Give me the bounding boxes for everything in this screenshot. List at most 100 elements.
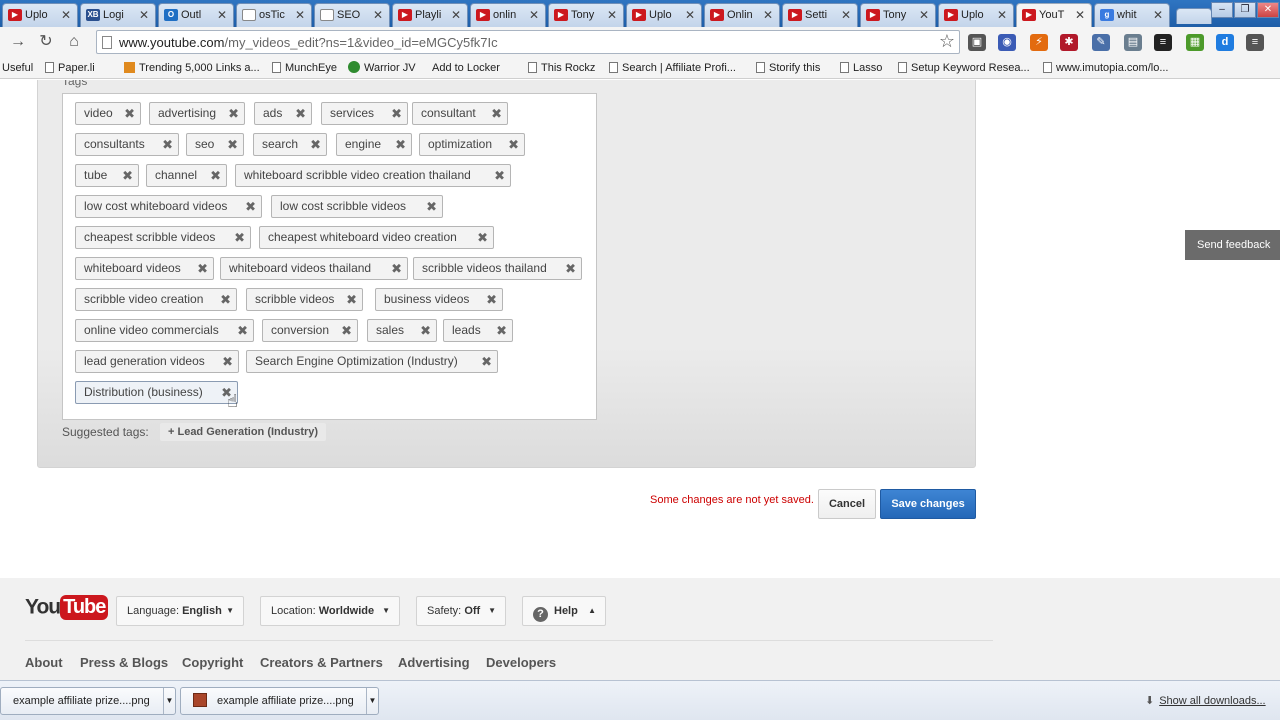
close-tab-icon[interactable]: ✕ — [372, 8, 384, 22]
remove-tag-icon[interactable]: ✖ — [508, 134, 519, 155]
close-tab-icon[interactable]: ✕ — [918, 8, 930, 22]
bookmark-item[interactable]: Trending 5,000 Links a... — [124, 60, 260, 76]
cancel-button[interactable]: Cancel — [818, 489, 876, 519]
maximize-button[interactable]: ❐ — [1234, 2, 1256, 18]
minimize-button[interactable]: – — [1211, 2, 1233, 18]
remove-tag-icon[interactable]: ✖ — [220, 289, 231, 310]
remove-tag-icon[interactable]: ✖ — [197, 258, 208, 279]
remove-tag-icon[interactable]: ✖ — [122, 165, 133, 186]
remove-tag-icon[interactable]: ✖ — [346, 289, 357, 310]
browser-tab[interactable]: ▶ Playli ✕ — [392, 3, 468, 27]
bookmark-star-icon[interactable]: ☆ — [939, 31, 955, 52]
remove-tag-icon[interactable]: ✖ — [496, 320, 507, 341]
chevron-down-icon[interactable]: ▼ — [163, 688, 175, 714]
remove-tag-icon[interactable]: ✖ — [234, 227, 245, 248]
browser-tab[interactable]: ▶ Tony ✕ — [860, 3, 936, 27]
remove-tag-icon[interactable]: ✖ — [295, 103, 306, 124]
buffer-extension-icon[interactable]: ≡ — [1154, 34, 1172, 51]
remove-tag-icon[interactable]: ✖ — [477, 227, 488, 248]
youtube-logo[interactable]: You Tube — [25, 595, 109, 625]
close-tab-icon[interactable]: ✕ — [1074, 8, 1086, 22]
close-tab-icon[interactable]: ✕ — [840, 8, 852, 22]
close-tab-icon[interactable]: ✕ — [1152, 8, 1164, 22]
remove-tag-icon[interactable]: ✖ — [227, 134, 238, 155]
browser-tab[interactable]: XB Logi ✕ — [80, 3, 156, 27]
remove-tag-icon[interactable]: ✖ — [395, 134, 406, 155]
bookmark-item[interactable]: This Rockz — [528, 60, 595, 76]
bookmark-item[interactable]: Setup Keyword Resea... — [898, 60, 1030, 76]
browser-tab[interactable]: ▶ Uplo ✕ — [938, 3, 1014, 27]
safety-selector[interactable]: Safety: Off ▼ — [416, 596, 506, 626]
browser-tab[interactable]: g whit ✕ — [1094, 3, 1170, 27]
bookmark-item[interactable]: Useful — [2, 60, 33, 76]
close-tab-icon[interactable]: ✕ — [216, 8, 228, 22]
remove-tag-icon[interactable]: ✖ — [486, 289, 497, 310]
footer-link-press[interactable]: Press & Blogs — [80, 655, 168, 670]
close-window-button[interactable]: ✕ — [1257, 2, 1279, 18]
footer-link-developers[interactable]: Developers — [486, 655, 556, 670]
remove-tag-icon[interactable]: ✖ — [341, 320, 352, 341]
show-all-downloads-link[interactable]: ⬇ Show all downloads... — [1145, 694, 1266, 707]
browser-tab[interactable]: ▶ Onlin ✕ — [704, 3, 780, 27]
remove-tag-icon[interactable]: ✖ — [565, 258, 576, 279]
remove-tag-icon[interactable]: ✖ — [245, 196, 256, 217]
remove-tag-icon[interactable]: ✖ — [162, 134, 173, 155]
download-item[interactable]: example affiliate prize....png ▼ — [0, 687, 176, 715]
close-tab-icon[interactable]: ✕ — [606, 8, 618, 22]
save-changes-button[interactable]: Save changes — [880, 489, 976, 519]
close-tab-icon[interactable]: ✕ — [528, 8, 540, 22]
bookmark-item[interactable]: Search | Affiliate Profi... — [609, 60, 736, 76]
remove-tag-icon[interactable]: ✖ — [237, 320, 248, 341]
bookmark-item[interactable]: Lasso — [840, 60, 882, 76]
forward-icon[interactable]: → — [8, 32, 28, 52]
send-feedback-button[interactable]: Send feedback — [1185, 230, 1280, 260]
address-url[interactable]: www.youtube.com/my_videos_edit?ns=1&vide… — [119, 35, 498, 50]
browser-tab[interactable]: ▶ Uplo ✕ — [2, 3, 78, 27]
footer-link-advertising[interactable]: Advertising — [398, 655, 470, 670]
browser-tab[interactable]: SEO ✕ — [314, 3, 390, 27]
bookmark-item[interactable]: Warrior JV — [348, 60, 416, 76]
location-selector[interactable]: Location: Worldwide ▼ — [260, 596, 400, 626]
close-tab-icon[interactable]: ✕ — [762, 8, 774, 22]
help-button[interactable]: ? Help ▲ — [522, 596, 606, 626]
badge-extension-icon[interactable]: ▣ — [968, 34, 986, 51]
remove-tag-icon[interactable]: ✖ — [310, 134, 321, 155]
close-tab-icon[interactable]: ✕ — [996, 8, 1008, 22]
bookmark-item[interactable]: Add to Locker — [432, 60, 500, 76]
footer-link-creators[interactable]: Creators & Partners — [260, 655, 383, 670]
close-tab-icon[interactable]: ✕ — [60, 8, 72, 22]
lastpass-extension-icon[interactable]: ✱ — [1060, 34, 1078, 51]
evernote-extension-icon[interactable]: ▦ — [1186, 34, 1204, 51]
footer-link-about[interactable]: About — [25, 655, 63, 670]
bookmark-item[interactable]: Paper.li — [45, 60, 95, 76]
footer-link-copyright[interactable]: Copyright — [182, 655, 243, 670]
suggested-tag[interactable]: + Lead Generation (Industry) — [160, 423, 327, 441]
d-extension-icon[interactable]: d — [1216, 34, 1234, 51]
browser-tab[interactable]: ▶ Uplo ✕ — [626, 3, 702, 27]
lightning-extension-icon[interactable]: ⚡ — [1030, 34, 1048, 51]
remove-tag-icon[interactable]: ✖ — [420, 320, 431, 341]
remove-tag-icon[interactable]: ✖ — [228, 103, 239, 124]
close-tab-icon[interactable]: ✕ — [450, 8, 462, 22]
pen-extension-icon[interactable]: ✎ — [1092, 34, 1110, 51]
menu-icon[interactable]: ≡ — [1246, 34, 1264, 51]
chrome-extension-icon[interactable]: ◉ — [998, 34, 1016, 51]
bookmark-item[interactable]: MunchEye — [272, 60, 337, 76]
browser-tab[interactable]: O Outl ✕ — [158, 3, 234, 27]
remove-tag-icon[interactable]: ✖ — [391, 103, 402, 124]
browser-tab[interactable]: ▶ onlin ✕ — [470, 3, 546, 27]
browser-tab[interactable]: ▶ Setti ✕ — [782, 3, 858, 27]
remove-tag-icon[interactable]: ✖ — [222, 351, 233, 372]
close-tab-icon[interactable]: ✕ — [138, 8, 150, 22]
bookmark-item[interactable]: Storify this — [756, 60, 820, 76]
close-tab-icon[interactable]: ✕ — [684, 8, 696, 22]
home-icon[interactable]: ⌂ — [64, 32, 84, 52]
remove-tag-icon[interactable]: ✖ — [491, 103, 502, 124]
browser-tab[interactable]: osTic ✕ — [236, 3, 312, 27]
browser-tab[interactable]: ▶ Tony ✕ — [548, 3, 624, 27]
remove-tag-icon[interactable]: ✖ — [481, 351, 492, 372]
download-item[interactable]: example affiliate prize....png ▼ — [180, 687, 379, 715]
remove-tag-icon[interactable]: ✖ — [124, 103, 135, 124]
remove-tag-icon[interactable]: ✖ — [210, 165, 221, 186]
language-selector[interactable]: Language: English ▼ — [116, 596, 244, 626]
